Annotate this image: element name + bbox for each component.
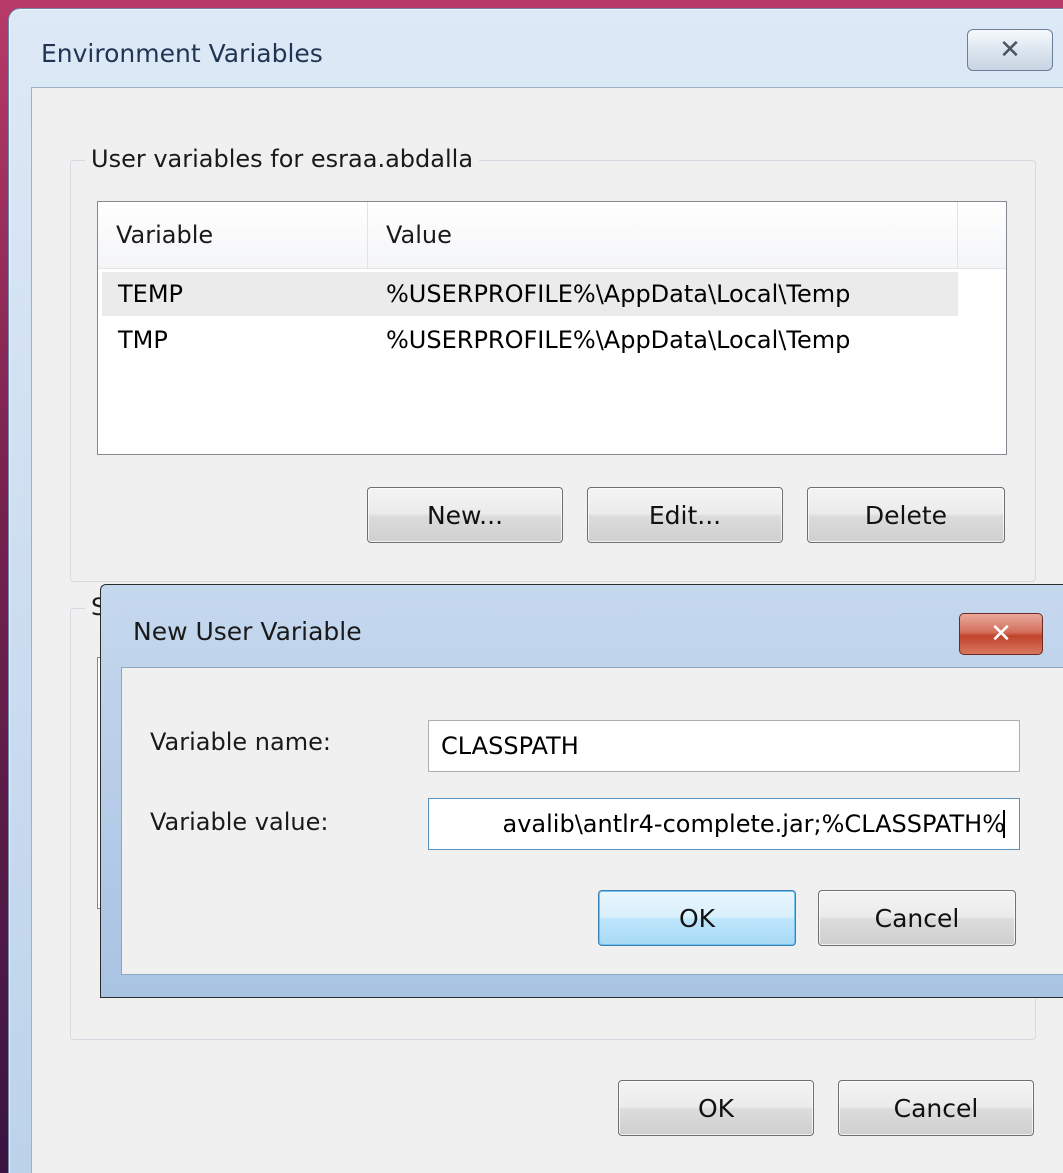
variable-name-input[interactable]: CLASSPATH bbox=[428, 720, 1020, 772]
close-icon: ✕ bbox=[990, 619, 1012, 649]
row-variable-cell: TEMP bbox=[118, 280, 184, 308]
table-row[interactable]: TEMP %USERPROFILE%\AppData\Local\Temp bbox=[102, 272, 958, 316]
variable-value-input[interactable]: avalib\antlr4-complete.jar;%CLASSPATH% bbox=[428, 798, 1020, 850]
user-variables-group: User variables for esraa.abdalla Variabl… bbox=[70, 145, 1036, 582]
dialog-client-area: Variable name: CLASSPATH Variable value:… bbox=[121, 667, 1063, 975]
list-header: Variable Value bbox=[98, 202, 1006, 269]
row-value-cell: %USERPROFILE%\AppData\Local\Temp bbox=[386, 280, 851, 308]
variable-name-label: Variable name: bbox=[150, 728, 331, 756]
table-row[interactable]: TMP %USERPROFILE%\AppData\Local\Temp bbox=[102, 318, 958, 362]
window-title: Environment Variables bbox=[41, 39, 323, 68]
new-user-variable-dialog: New User Variable ✕ Variable name: CLASS… bbox=[100, 584, 1063, 998]
variable-value-label: Variable value: bbox=[150, 808, 329, 836]
dialog-close-button[interactable]: ✕ bbox=[959, 613, 1043, 655]
variable-name-text: CLASSPATH bbox=[441, 732, 579, 760]
column-header-spacer bbox=[958, 202, 1006, 268]
close-button[interactable]: ✕ bbox=[967, 29, 1053, 71]
close-icon: ✕ bbox=[999, 35, 1021, 65]
row-value-cell: %USERPROFILE%\AppData\Local\Temp bbox=[386, 326, 851, 354]
delete-button[interactable]: Delete bbox=[807, 487, 1005, 543]
new-button[interactable]: New... bbox=[367, 487, 563, 543]
variable-value-text: avalib\antlr4-complete.jar;%CLASSPATH% bbox=[502, 810, 1006, 838]
column-header-variable[interactable]: Variable bbox=[98, 202, 368, 268]
dialog-ok-button[interactable]: OK bbox=[598, 890, 796, 946]
ok-button[interactable]: OK bbox=[618, 1080, 814, 1136]
edit-button[interactable]: Edit... bbox=[587, 487, 783, 543]
dialog-cancel-button[interactable]: Cancel bbox=[818, 890, 1016, 946]
user-variables-group-label: User variables for esraa.abdalla bbox=[85, 145, 480, 173]
column-header-value[interactable]: Value bbox=[368, 202, 958, 268]
text-caret bbox=[1003, 810, 1005, 838]
user-variables-list[interactable]: Variable Value TEMP %USERPROFILE%\AppDat… bbox=[97, 201, 1007, 455]
dialog-title: New User Variable bbox=[133, 617, 362, 646]
row-variable-cell: TMP bbox=[118, 326, 168, 354]
cancel-button[interactable]: Cancel bbox=[838, 1080, 1034, 1136]
